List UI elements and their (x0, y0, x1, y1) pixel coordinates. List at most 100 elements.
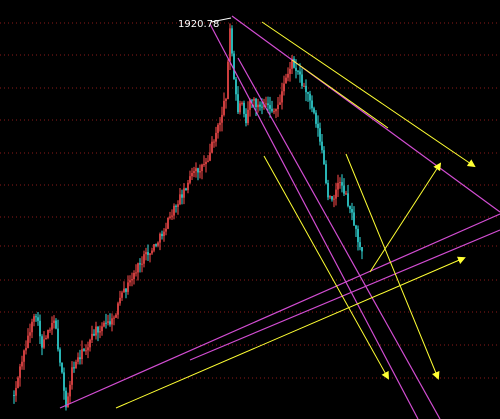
candle-body (311, 100, 313, 109)
candle-body (39, 320, 41, 337)
candle-body (319, 128, 321, 142)
candle-body (181, 194, 183, 198)
candle-body (289, 68, 291, 74)
candle-body (321, 141, 323, 151)
candle-body (343, 185, 345, 194)
candle-body (129, 280, 131, 283)
candle-body (287, 73, 289, 78)
candle-body (203, 164, 205, 166)
candle-body (305, 85, 307, 93)
candle-body (31, 321, 33, 333)
candle-body (165, 228, 167, 232)
candle-body (29, 332, 31, 336)
candle-body (127, 282, 129, 292)
candle-body (41, 336, 43, 348)
candle-body (313, 108, 315, 113)
projection-arrow (261, 21, 476, 168)
candle-body (99, 331, 101, 333)
candle-body (267, 103, 269, 106)
candle-body (89, 339, 91, 348)
candle-body (353, 212, 355, 226)
candle-body (117, 303, 119, 315)
candle-body (211, 141, 213, 153)
candle-body (307, 92, 309, 94)
candle-body (93, 333, 95, 336)
projection-arrow (263, 155, 389, 380)
candle-body (111, 318, 113, 325)
candle-body (191, 173, 193, 177)
candle-body (285, 77, 287, 84)
candle-body (265, 103, 267, 105)
candle-body (47, 329, 49, 338)
candle-body (205, 161, 207, 165)
candle-body (147, 252, 149, 255)
candle-body (299, 71, 301, 75)
candle-body (235, 79, 237, 95)
candle-body (317, 123, 319, 129)
candle-body (107, 321, 109, 323)
candle-body (193, 171, 195, 174)
candle-body (119, 297, 121, 304)
candle-body (35, 316, 37, 318)
candle-body (223, 100, 225, 115)
candle-body (21, 361, 23, 367)
candle-body (279, 102, 281, 105)
candle-body (333, 198, 335, 200)
candle-body (197, 168, 199, 173)
candle-body (45, 337, 47, 340)
peak-value-label: 1920.78 (178, 19, 219, 30)
candle-body (199, 171, 201, 173)
candle-body (133, 272, 135, 280)
candle-body (271, 108, 273, 112)
candle-body (123, 288, 125, 293)
candle-body (337, 182, 339, 190)
candle-body (261, 106, 263, 108)
candle-body (151, 250, 153, 254)
candle-body (23, 350, 25, 362)
candle-body (159, 233, 161, 243)
candle-body (121, 292, 123, 298)
candle-body (257, 104, 259, 108)
candle-body (73, 367, 75, 369)
candle-body (189, 176, 191, 183)
candle-body (77, 357, 79, 362)
candle-body (341, 182, 343, 186)
candle-body (53, 320, 55, 323)
gold-price-chart: 1920.78 (0, 0, 500, 419)
candle-body (301, 74, 303, 86)
candle-body (275, 109, 277, 112)
candle-body (85, 350, 87, 352)
candle-body (61, 362, 63, 373)
candle-body (171, 215, 173, 217)
candle-body (113, 317, 115, 319)
candle-body (187, 182, 189, 191)
trend-line (209, 23, 419, 419)
candle-body (157, 242, 159, 246)
candle-body (43, 339, 45, 348)
candle-body (207, 160, 209, 162)
candle-body (169, 216, 171, 218)
candle-body (25, 347, 27, 351)
candle-body (19, 366, 21, 378)
candle-body (227, 61, 229, 100)
candle-body (183, 188, 185, 198)
candle-body (217, 124, 219, 133)
candle-body (347, 193, 349, 206)
candle-body (297, 70, 299, 72)
candle-body (69, 384, 71, 397)
candle-body (163, 231, 165, 237)
candle-body (357, 228, 359, 243)
candle-body (247, 109, 249, 124)
candle-body (115, 314, 117, 318)
candle-body (237, 94, 239, 113)
candle-body (57, 328, 59, 350)
candle-body (225, 99, 227, 101)
candle-body (37, 317, 39, 321)
candle-body (323, 150, 325, 165)
candle-body (309, 93, 311, 101)
trend-line (59, 213, 500, 409)
candle-body (161, 233, 163, 237)
candle-body (105, 322, 107, 324)
candle-body (239, 103, 241, 113)
candle-body (259, 104, 261, 107)
